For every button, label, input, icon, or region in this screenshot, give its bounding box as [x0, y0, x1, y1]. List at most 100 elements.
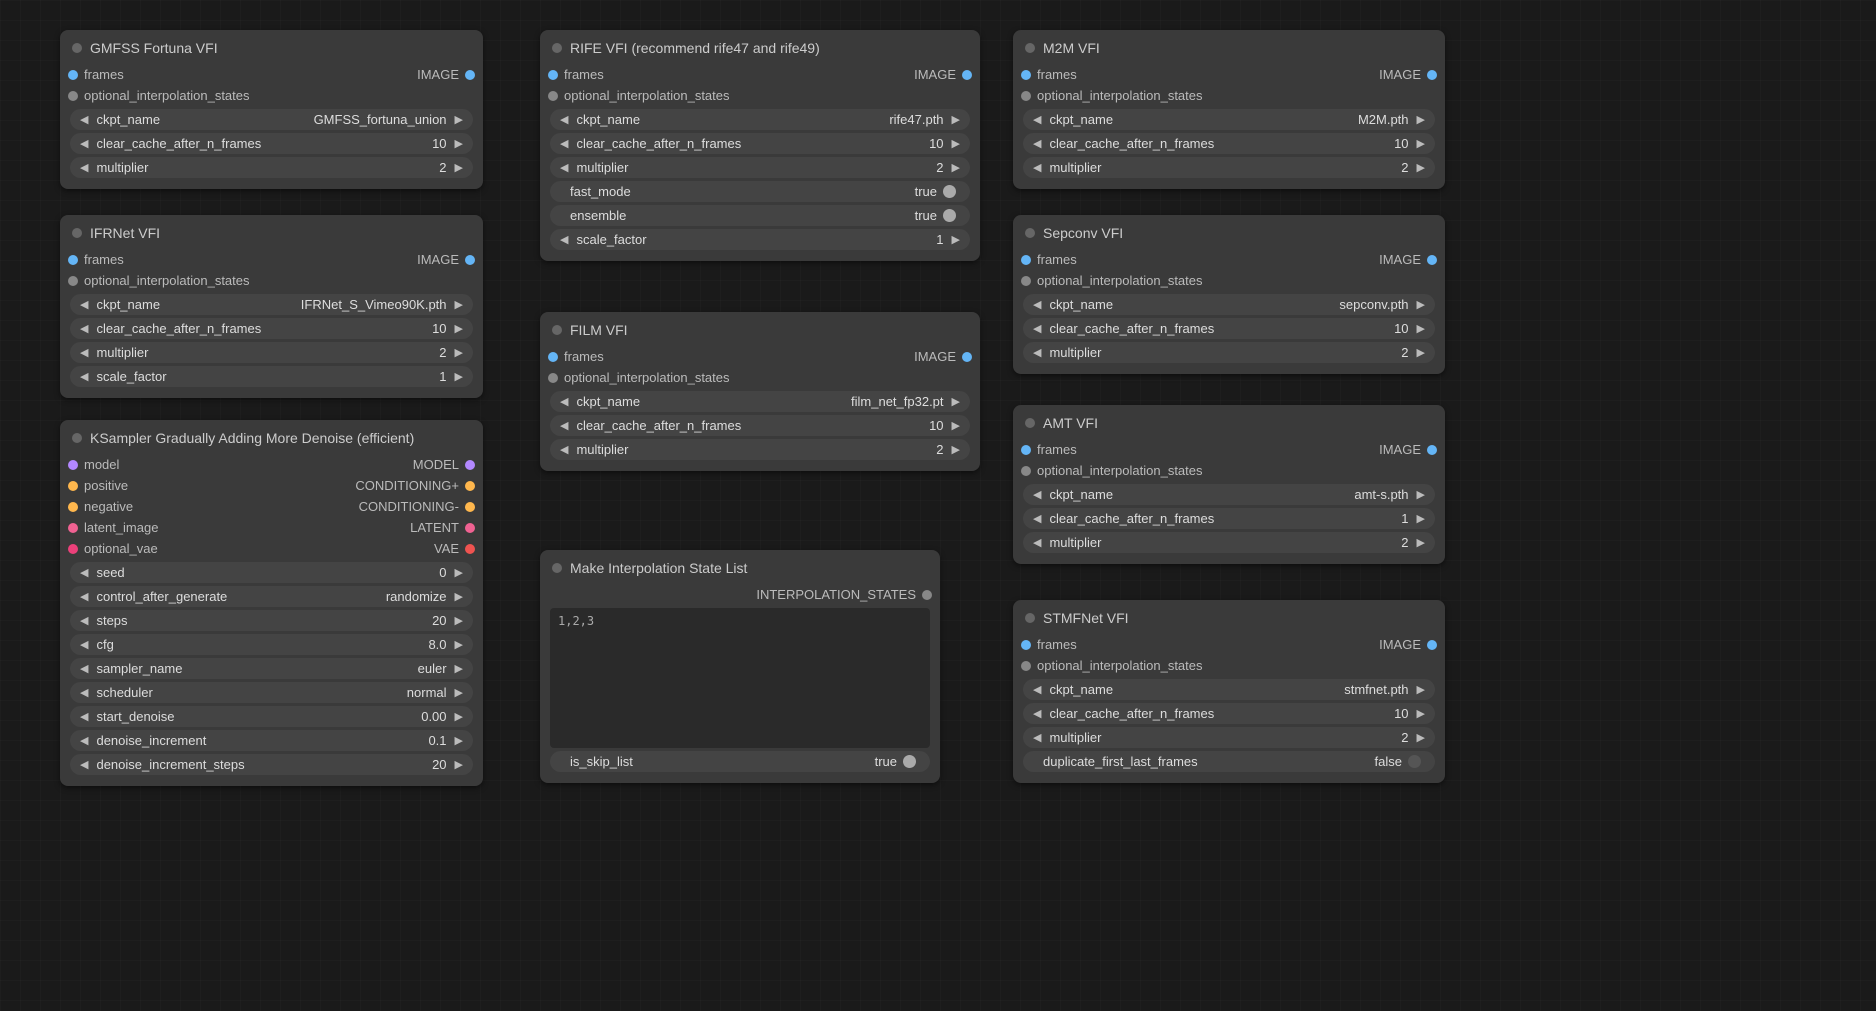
prev-icon[interactable]: ◀ — [1031, 731, 1043, 744]
output-port-image[interactable] — [962, 352, 972, 362]
next-icon[interactable]: ▶ — [453, 686, 465, 699]
param-multiplier[interactable]: ◀multiplier2▶ — [1023, 532, 1435, 553]
output-port-image[interactable] — [465, 70, 475, 80]
prev-icon[interactable]: ◀ — [558, 233, 570, 246]
prev-icon[interactable]: ◀ — [558, 419, 570, 432]
param-sampler-name[interactable]: ◀sampler_nameeuler▶ — [70, 658, 473, 679]
param-multiplier[interactable]: ◀multiplier2▶ — [70, 157, 473, 178]
input-port-optional[interactable] — [548, 91, 558, 101]
output-port-image[interactable] — [1427, 70, 1437, 80]
next-icon[interactable]: ▶ — [1415, 683, 1427, 696]
next-icon[interactable]: ▶ — [950, 395, 962, 408]
next-icon[interactable]: ▶ — [453, 346, 465, 359]
param-duplicate-frames[interactable]: duplicate_first_last_framesfalse — [1023, 751, 1435, 772]
param-multiplier[interactable]: ◀multiplier2▶ — [550, 157, 970, 178]
param-ckpt-name[interactable]: ◀ckpt_nameamt-s.pth▶ — [1023, 484, 1435, 505]
prev-icon[interactable]: ◀ — [558, 137, 570, 150]
next-icon[interactable]: ▶ — [1415, 707, 1427, 720]
next-icon[interactable]: ▶ — [453, 734, 465, 747]
prev-icon[interactable]: ◀ — [78, 590, 90, 603]
next-icon[interactable]: ▶ — [453, 614, 465, 627]
collapse-dot-icon[interactable] — [552, 325, 562, 335]
param-multiplier[interactable]: ◀multiplier2▶ — [1023, 342, 1435, 363]
prev-icon[interactable]: ◀ — [78, 566, 90, 579]
collapse-dot-icon[interactable] — [1025, 613, 1035, 623]
next-icon[interactable]: ▶ — [1415, 298, 1427, 311]
prev-icon[interactable]: ◀ — [1031, 707, 1043, 720]
output-port-model[interactable] — [465, 460, 475, 470]
param-ckpt-name[interactable]: ◀ckpt_namerife47.pth▶ — [550, 109, 970, 130]
param-clear-cache[interactable]: ◀clear_cache_after_n_frames10▶ — [1023, 133, 1435, 154]
node-rife[interactable]: RIFE VFI (recommend rife47 and rife49) f… — [540, 30, 980, 261]
input-port-model[interactable] — [68, 460, 78, 470]
input-port-optional[interactable] — [1021, 91, 1031, 101]
prev-icon[interactable]: ◀ — [78, 161, 90, 174]
output-port-image[interactable] — [465, 255, 475, 265]
input-port-positive[interactable] — [68, 481, 78, 491]
input-port-frames[interactable] — [1021, 255, 1031, 265]
param-ckpt-name[interactable]: ◀ckpt_namefilm_net_fp32.pt▶ — [550, 391, 970, 412]
prev-icon[interactable]: ◀ — [78, 614, 90, 627]
param-clear-cache[interactable]: ◀clear_cache_after_n_frames10▶ — [70, 318, 473, 339]
node-amt[interactable]: AMT VFI frames IMAGE optional_interpolat… — [1013, 405, 1445, 564]
input-port-frames[interactable] — [68, 70, 78, 80]
param-seed[interactable]: ◀seed0▶ — [70, 562, 473, 583]
prev-icon[interactable]: ◀ — [78, 686, 90, 699]
next-icon[interactable]: ▶ — [1415, 113, 1427, 126]
collapse-dot-icon[interactable] — [1025, 43, 1035, 53]
input-port-frames[interactable] — [1021, 640, 1031, 650]
collapse-dot-icon[interactable] — [552, 43, 562, 53]
node-m2m[interactable]: M2M VFI frames IMAGE optional_interpolat… — [1013, 30, 1445, 189]
next-icon[interactable]: ▶ — [950, 137, 962, 150]
param-clear-cache[interactable]: ◀clear_cache_after_n_frames1▶ — [1023, 508, 1435, 529]
next-icon[interactable]: ▶ — [453, 113, 465, 126]
next-icon[interactable]: ▶ — [1415, 137, 1427, 150]
prev-icon[interactable]: ◀ — [558, 443, 570, 456]
next-icon[interactable]: ▶ — [950, 443, 962, 456]
next-icon[interactable]: ▶ — [453, 322, 465, 335]
toggle-icon[interactable] — [903, 755, 916, 768]
next-icon[interactable]: ▶ — [453, 638, 465, 651]
param-cfg[interactable]: ◀cfg8.0▶ — [70, 634, 473, 655]
collapse-dot-icon[interactable] — [72, 43, 82, 53]
next-icon[interactable]: ▶ — [453, 137, 465, 150]
node-ifrnet[interactable]: IFRNet VFI frames IMAGE optional_interpo… — [60, 215, 483, 398]
prev-icon[interactable]: ◀ — [1031, 346, 1043, 359]
next-icon[interactable]: ▶ — [1415, 322, 1427, 335]
prev-icon[interactable]: ◀ — [558, 113, 570, 126]
toggle-icon[interactable] — [1408, 755, 1421, 768]
prev-icon[interactable]: ◀ — [1031, 137, 1043, 150]
param-control-after-generate[interactable]: ◀control_after_generaterandomize▶ — [70, 586, 473, 607]
param-steps[interactable]: ◀steps20▶ — [70, 610, 473, 631]
collapse-dot-icon[interactable] — [552, 563, 562, 573]
prev-icon[interactable]: ◀ — [1031, 322, 1043, 335]
input-port-frames[interactable] — [1021, 445, 1031, 455]
param-ckpt-name[interactable]: ◀ckpt_nameM2M.pth▶ — [1023, 109, 1435, 130]
prev-icon[interactable]: ◀ — [558, 395, 570, 408]
prev-icon[interactable]: ◀ — [78, 298, 90, 311]
output-port-image[interactable] — [1427, 445, 1437, 455]
collapse-dot-icon[interactable] — [72, 228, 82, 238]
output-port-latent[interactable] — [465, 523, 475, 533]
param-multiplier[interactable]: ◀multiplier2▶ — [1023, 157, 1435, 178]
param-denoise-increment[interactable]: ◀denoise_increment0.1▶ — [70, 730, 473, 751]
next-icon[interactable]: ▶ — [453, 758, 465, 771]
prev-icon[interactable]: ◀ — [1031, 683, 1043, 696]
output-port-image[interactable] — [962, 70, 972, 80]
prev-icon[interactable]: ◀ — [78, 370, 90, 383]
param-scale-factor[interactable]: ◀scale_factor1▶ — [550, 229, 970, 250]
input-port-frames[interactable] — [548, 352, 558, 362]
next-icon[interactable]: ▶ — [950, 161, 962, 174]
node-gmfss[interactable]: GMFSS Fortuna VFI frames IMAGE optional_… — [60, 30, 483, 189]
input-port-optional[interactable] — [1021, 466, 1031, 476]
output-port-image[interactable] — [1427, 255, 1437, 265]
prev-icon[interactable]: ◀ — [1031, 488, 1043, 501]
next-icon[interactable]: ▶ — [453, 161, 465, 174]
node-ksampler[interactable]: KSampler Gradually Adding More Denoise (… — [60, 420, 483, 786]
collapse-dot-icon[interactable] — [72, 433, 82, 443]
next-icon[interactable]: ▶ — [453, 370, 465, 383]
next-icon[interactable]: ▶ — [1415, 488, 1427, 501]
param-scheduler[interactable]: ◀schedulernormal▶ — [70, 682, 473, 703]
param-clear-cache[interactable]: ◀clear_cache_after_n_frames10▶ — [550, 415, 970, 436]
prev-icon[interactable]: ◀ — [78, 710, 90, 723]
